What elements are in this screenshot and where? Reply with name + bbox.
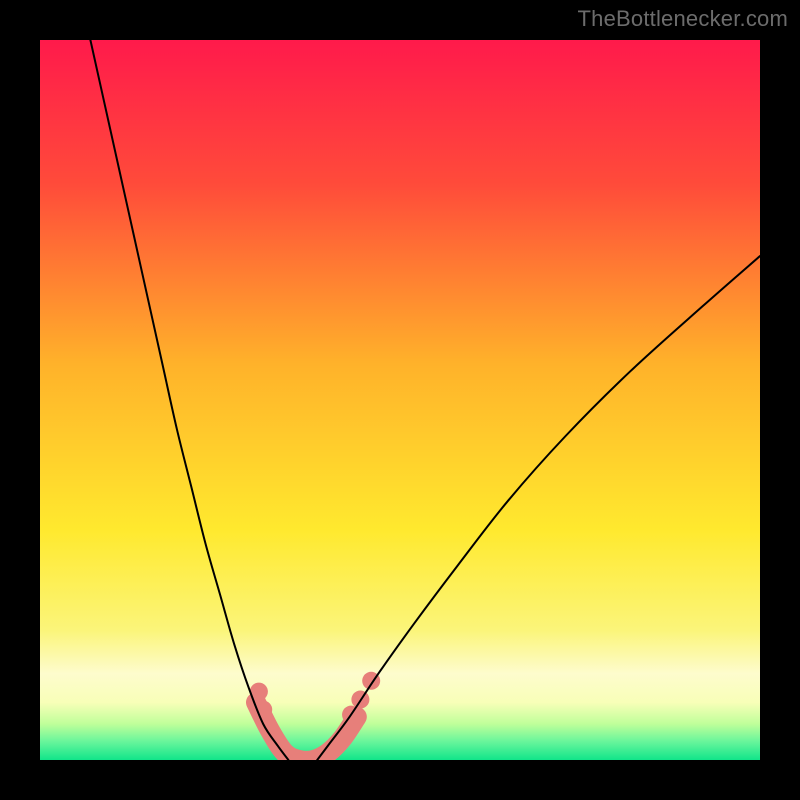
bottleneck-chart [40, 40, 760, 760]
chart-frame: TheBottlenecker.com [0, 0, 800, 800]
plot-area [40, 40, 760, 760]
watermark-text: TheBottlenecker.com [578, 6, 788, 32]
gradient-background [40, 40, 760, 760]
